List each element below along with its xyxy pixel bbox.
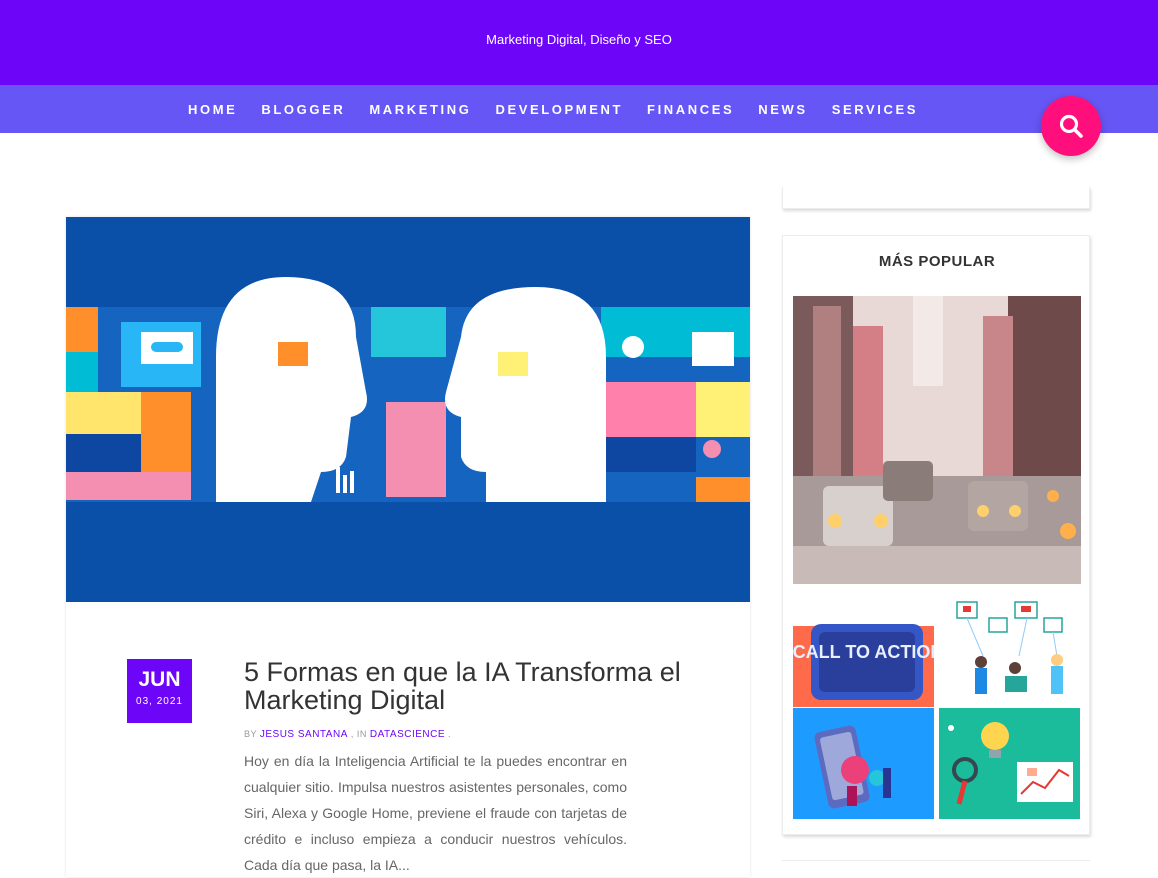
- sidebar-next-widget: [782, 860, 1090, 870]
- main-nav: HOME BLOGGER MARKETING DEVELOPMENT FINAN…: [0, 85, 1158, 133]
- nav-item-home[interactable]: HOME: [188, 102, 237, 117]
- post-date-badge: JUN 03, 2021: [127, 659, 192, 723]
- popular-post-seo-illustration[interactable]: [939, 708, 1080, 819]
- search-icon: [1059, 114, 1083, 138]
- nav-item-development[interactable]: DEVELOPMENT: [495, 102, 623, 117]
- nav-item-services[interactable]: SERVICES: [832, 102, 918, 117]
- popular-post-city-image[interactable]: [793, 296, 1081, 584]
- nav-item-blogger[interactable]: BLOGGER: [261, 102, 345, 117]
- ai-marketing-illustration: [66, 217, 750, 602]
- post-author-link[interactable]: JESUS SANTANA: [260, 729, 348, 740]
- popular-post-phone-illustration[interactable]: [793, 708, 934, 819]
- call-to-action-text: CALL TO ACTION: [793, 642, 934, 662]
- nav-item-finances[interactable]: FINANCES: [647, 102, 734, 117]
- post-meta: BY JESUS SANTANA , IN DATASCIENCE .: [244, 729, 452, 740]
- nav-item-marketing[interactable]: MARKETING: [369, 102, 471, 117]
- post-date-day: 03, 2021: [136, 696, 183, 707]
- site-tagline: Marketing Digital, Diseño y SEO: [486, 32, 672, 47]
- sidebar-widget-empty: [782, 187, 1090, 209]
- post-card: JUN 03, 2021 5 Formas en que la IA Trans…: [66, 217, 750, 877]
- popular-post-team-illustration[interactable]: [939, 596, 1080, 707]
- post-title[interactable]: 5 Formas en que la IA Transforma el Mark…: [244, 658, 684, 714]
- popular-widget-title: MÁS POPULAR: [878, 253, 996, 270]
- post-featured-image[interactable]: [66, 217, 750, 602]
- popular-posts-widget: MÁS POPULAR CALL TO ACTION: [782, 235, 1090, 835]
- nav-list: HOME BLOGGER MARKETING DEVELOPMENT FINAN…: [0, 85, 1106, 133]
- search-button[interactable]: [1041, 96, 1101, 156]
- top-bar: Marketing Digital, Diseño y SEO: [0, 0, 1158, 85]
- meta-by-label: BY: [244, 729, 257, 739]
- post-excerpt: Hoy en día la Inteligencia Artificial te…: [244, 753, 627, 873]
- post-category-link[interactable]: DATASCIENCE: [370, 729, 445, 740]
- post-date-month: JUN: [138, 668, 181, 691]
- popular-post-call-to-action[interactable]: CALL TO ACTION: [793, 596, 934, 707]
- meta-in-label: IN: [356, 729, 367, 739]
- nav-item-news[interactable]: NEWS: [758, 102, 807, 117]
